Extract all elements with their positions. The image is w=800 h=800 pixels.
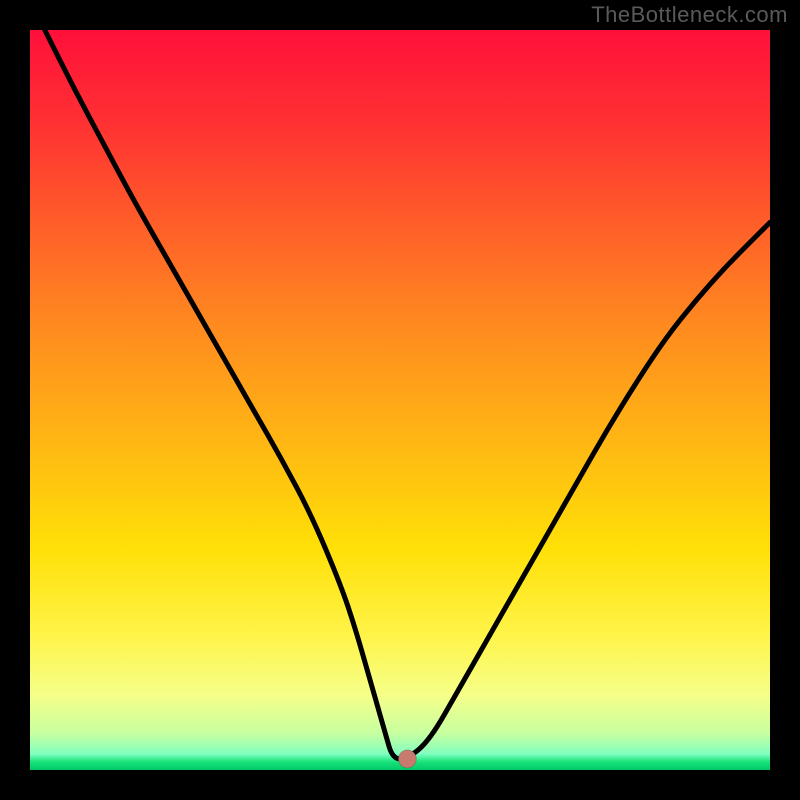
- attribution-label: TheBottleneck.com: [591, 2, 788, 28]
- optimum-marker: [398, 750, 416, 768]
- curve-layer: [30, 30, 770, 770]
- plot-area: [30, 30, 770, 770]
- chart-stage: TheBottleneck.com: [0, 0, 800, 800]
- bottleneck-curve: [45, 30, 770, 759]
